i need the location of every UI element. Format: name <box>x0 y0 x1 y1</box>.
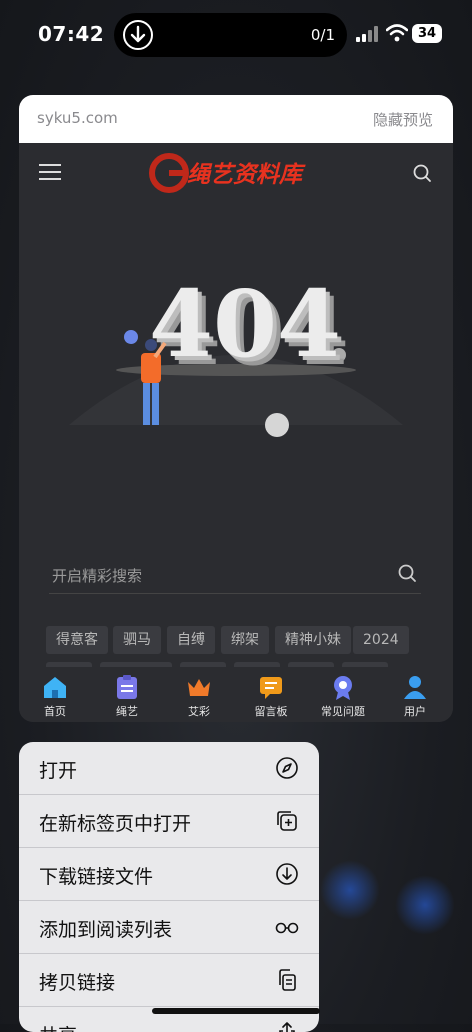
crown-icon <box>188 679 210 696</box>
search-input[interactable]: 开启精彩搜索 <box>52 565 142 586</box>
tab-faq[interactable]: 常见问题 <box>307 673 379 719</box>
menu-item-label: 打开 <box>39 760 78 782</box>
tag[interactable]: 精神小妹 <box>275 626 351 654</box>
tag[interactable]: 驷马 <box>113 626 161 654</box>
menu-item-open[interactable]: 打开 <box>19 742 319 795</box>
download-progress-icon <box>123 20 153 50</box>
site-header: 绳艺资料库 <box>19 143 453 205</box>
tab-user[interactable]: 用户 <box>379 673 451 719</box>
background-glow <box>395 875 455 935</box>
tab-rope[interactable]: 绳艺 <box>91 673 163 719</box>
logo-emblem-icon <box>149 153 189 193</box>
battery-indicator: 34 <box>412 24 442 43</box>
glasses-icon <box>275 922 299 934</box>
tab-label: 常见问题 <box>321 705 365 718</box>
hamburger-menu-icon[interactable] <box>39 163 61 181</box>
link-context-menu: 打开 在新标签页中打开 下载链接文件 添加到阅读列表 拷贝链接 <box>19 742 319 1032</box>
copy-icon <box>279 969 296 991</box>
wifi-icon <box>386 24 408 42</box>
error-code: 404 <box>149 270 342 378</box>
tab-message-board[interactable]: 留言板 <box>235 673 307 719</box>
dynamic-island[interactable]: 0/1 <box>114 13 347 57</box>
message-icon <box>260 677 282 699</box>
menu-item-copy-link[interactable]: 拷贝链接 <box>19 954 319 1007</box>
site-search[interactable]: 开启精彩搜索 <box>49 557 421 594</box>
status-bar: 07:42 0/1 34 <box>0 0 472 72</box>
tab-label: 首页 <box>44 705 66 718</box>
background-glow <box>320 860 380 920</box>
tab-label: 艾彩 <box>188 705 210 718</box>
tag[interactable]: 自缚 <box>167 626 215 654</box>
menu-item-label: 添加到阅读列表 <box>39 919 173 941</box>
menu-item-label: 拷贝链接 <box>39 972 116 994</box>
search-icon[interactable] <box>397 563 417 583</box>
share-icon <box>279 1022 295 1032</box>
menu-item-label: 共享… <box>39 1021 96 1032</box>
tag[interactable]: 2024 <box>353 626 409 654</box>
user-icon <box>404 676 426 699</box>
logo-text: 绳艺资料库 <box>187 161 302 188</box>
home-indicator[interactable] <box>152 1008 320 1014</box>
tab-label: 留言板 <box>254 705 288 718</box>
hide-preview-button[interactable]: 隐藏预览 <box>373 109 433 130</box>
download-counter: 0/1 <box>310 26 335 44</box>
site-logo[interactable]: 绳艺资料库 <box>149 151 329 195</box>
tab-aicai[interactable]: 艾彩 <box>163 673 235 719</box>
new-tab-icon <box>277 811 297 831</box>
badge-icon <box>334 676 352 700</box>
tag[interactable]: 得意客 <box>46 626 108 654</box>
menu-item-label: 在新标签页中打开 <box>39 813 192 835</box>
error-404-illustration: 404 <box>19 270 453 555</box>
download-icon <box>276 863 298 885</box>
compass-icon <box>276 757 298 779</box>
status-time: 07:42 <box>38 22 105 46</box>
clipboard-icon <box>117 675 137 699</box>
menu-item-download-link[interactable]: 下载链接文件 <box>19 848 319 901</box>
person-figure <box>141 339 167 425</box>
preview-url-bar: syku5.com 隐藏预览 <box>19 95 453 143</box>
home-icon <box>44 677 66 698</box>
preview-url: syku5.com <box>37 109 118 127</box>
menu-item-label: 下载链接文件 <box>39 866 154 888</box>
menu-item-add-reading-list[interactable]: 添加到阅读列表 <box>19 901 319 954</box>
site-tab-bar: 首页 绳艺 艾彩 留言板 常见问题 用户 <box>19 667 453 722</box>
search-icon[interactable] <box>412 163 432 183</box>
link-preview[interactable]: syku5.com 隐藏预览 绳艺资料库 404 开启精彩搜索 得意客 驷马 自… <box>19 95 453 722</box>
tag[interactable]: 绑架 <box>221 626 269 654</box>
tab-label: 用户 <box>404 705 426 718</box>
cellular-signal-icon <box>356 26 378 42</box>
tab-label: 绳艺 <box>116 705 138 718</box>
tab-home[interactable]: 首页 <box>19 673 91 719</box>
menu-item-open-new-tab[interactable]: 在新标签页中打开 <box>19 795 319 848</box>
